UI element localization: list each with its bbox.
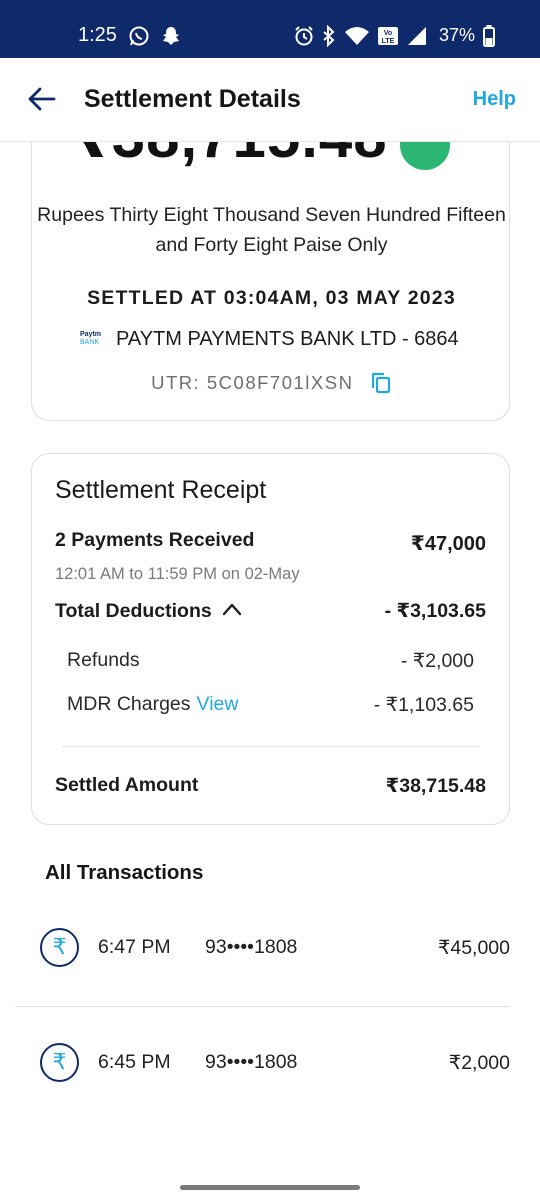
mdr-view-link[interactable]: View — [197, 693, 239, 715]
whatsapp-icon — [128, 25, 150, 52]
chevron-up-icon[interactable] — [222, 599, 242, 616]
transaction-account: 93••••1808 — [205, 936, 298, 958]
transaction-row[interactable]: ₹ 6:47 PM 93••••1808 ₹45,000 — [15, 903, 510, 1007]
settled-at-timestamp: SETTLED AT 03:04AM, 03 MAY 2023 — [87, 287, 456, 309]
mdr-charges-label: MDR Charges — [67, 693, 191, 715]
svg-text:Vo: Vo — [384, 30, 392, 37]
rupee-icon: ₹ — [40, 928, 79, 967]
amount-in-words: Rupees Thirty Eight Thousand Seven Hundr… — [37, 204, 506, 256]
refunds-label: Refunds — [67, 649, 140, 671]
transaction-amount: ₹45,000 — [437, 937, 510, 959]
status-bar: 1:25 Vo LTE 37% — [0, 0, 540, 58]
svg-text:LTE: LTE — [382, 38, 395, 45]
success-check-icon — [400, 142, 450, 170]
snapchat-icon — [160, 25, 182, 52]
settlement-summary-card: ₹38,715.48 Rupees Thirty Eight Thousand … — [31, 142, 510, 421]
settled-amount-large: ₹38,715.48 — [69, 142, 388, 172]
status-time: 1:25 — [78, 24, 117, 46]
refunds-amount: - ₹2,000 — [400, 650, 474, 672]
help-link[interactable]: Help — [473, 88, 516, 111]
transaction-time: 6:45 PM — [98, 1051, 171, 1073]
wifi-icon — [344, 25, 370, 52]
all-transactions-title: All Transactions — [45, 861, 204, 884]
battery-icon — [483, 25, 495, 52]
payments-received-label: 2 Payments Received — [55, 529, 255, 551]
settlement-receipt-card: Settlement Receipt 2 Payments Received ₹… — [31, 453, 510, 825]
transaction-amount: ₹2,000 — [448, 1052, 510, 1074]
total-deductions-amount: - ₹3,103.65 — [384, 600, 486, 622]
battery-percent: 37% — [439, 25, 476, 45]
back-arrow-icon[interactable] — [26, 83, 58, 115]
home-indicator[interactable] — [180, 1185, 360, 1190]
transaction-row[interactable]: ₹ 6:45 PM 93••••1808 ₹2,000 — [15, 1018, 510, 1108]
paytm-bank-logo: Paytm BANK — [80, 331, 102, 347]
settled-amount-label: Settled Amount — [55, 774, 199, 796]
signal-icon — [406, 25, 428, 52]
mdr-charges-amount: - ₹1,103.65 — [373, 694, 474, 716]
bluetooth-icon — [318, 24, 340, 52]
utr-row: UTR: 5C08F701lXSN — [32, 372, 509, 394]
payments-time-range: 12:01 AM to 11:59 PM on 02-May — [55, 565, 300, 583]
copy-icon[interactable] — [370, 372, 392, 394]
page-title: Settlement Details — [84, 85, 301, 113]
divider — [62, 746, 479, 747]
rupee-icon: ₹ — [40, 1043, 79, 1082]
transaction-time: 6:47 PM — [98, 936, 171, 958]
alarm-icon — [293, 25, 315, 52]
settled-amount-value: ₹38,715.48 — [385, 775, 486, 797]
bank-logo-bottom: BANK — [80, 339, 100, 346]
bank-name: PAYTM PAYMENTS BANK LTD - 6864 — [116, 328, 459, 350]
payments-received-amount: ₹47,000 — [410, 533, 486, 555]
bank-logo-top: Paytm — [80, 331, 102, 338]
app-header: Settlement Details Help — [0, 58, 540, 142]
receipt-title: Settlement Receipt — [55, 476, 267, 504]
transaction-account: 93••••1808 — [205, 1051, 298, 1073]
total-deductions-label: Total Deductions — [55, 600, 212, 622]
utr-number: UTR: 5C08F701lXSN — [151, 372, 354, 393]
volte-icon: Vo LTE — [377, 25, 399, 52]
